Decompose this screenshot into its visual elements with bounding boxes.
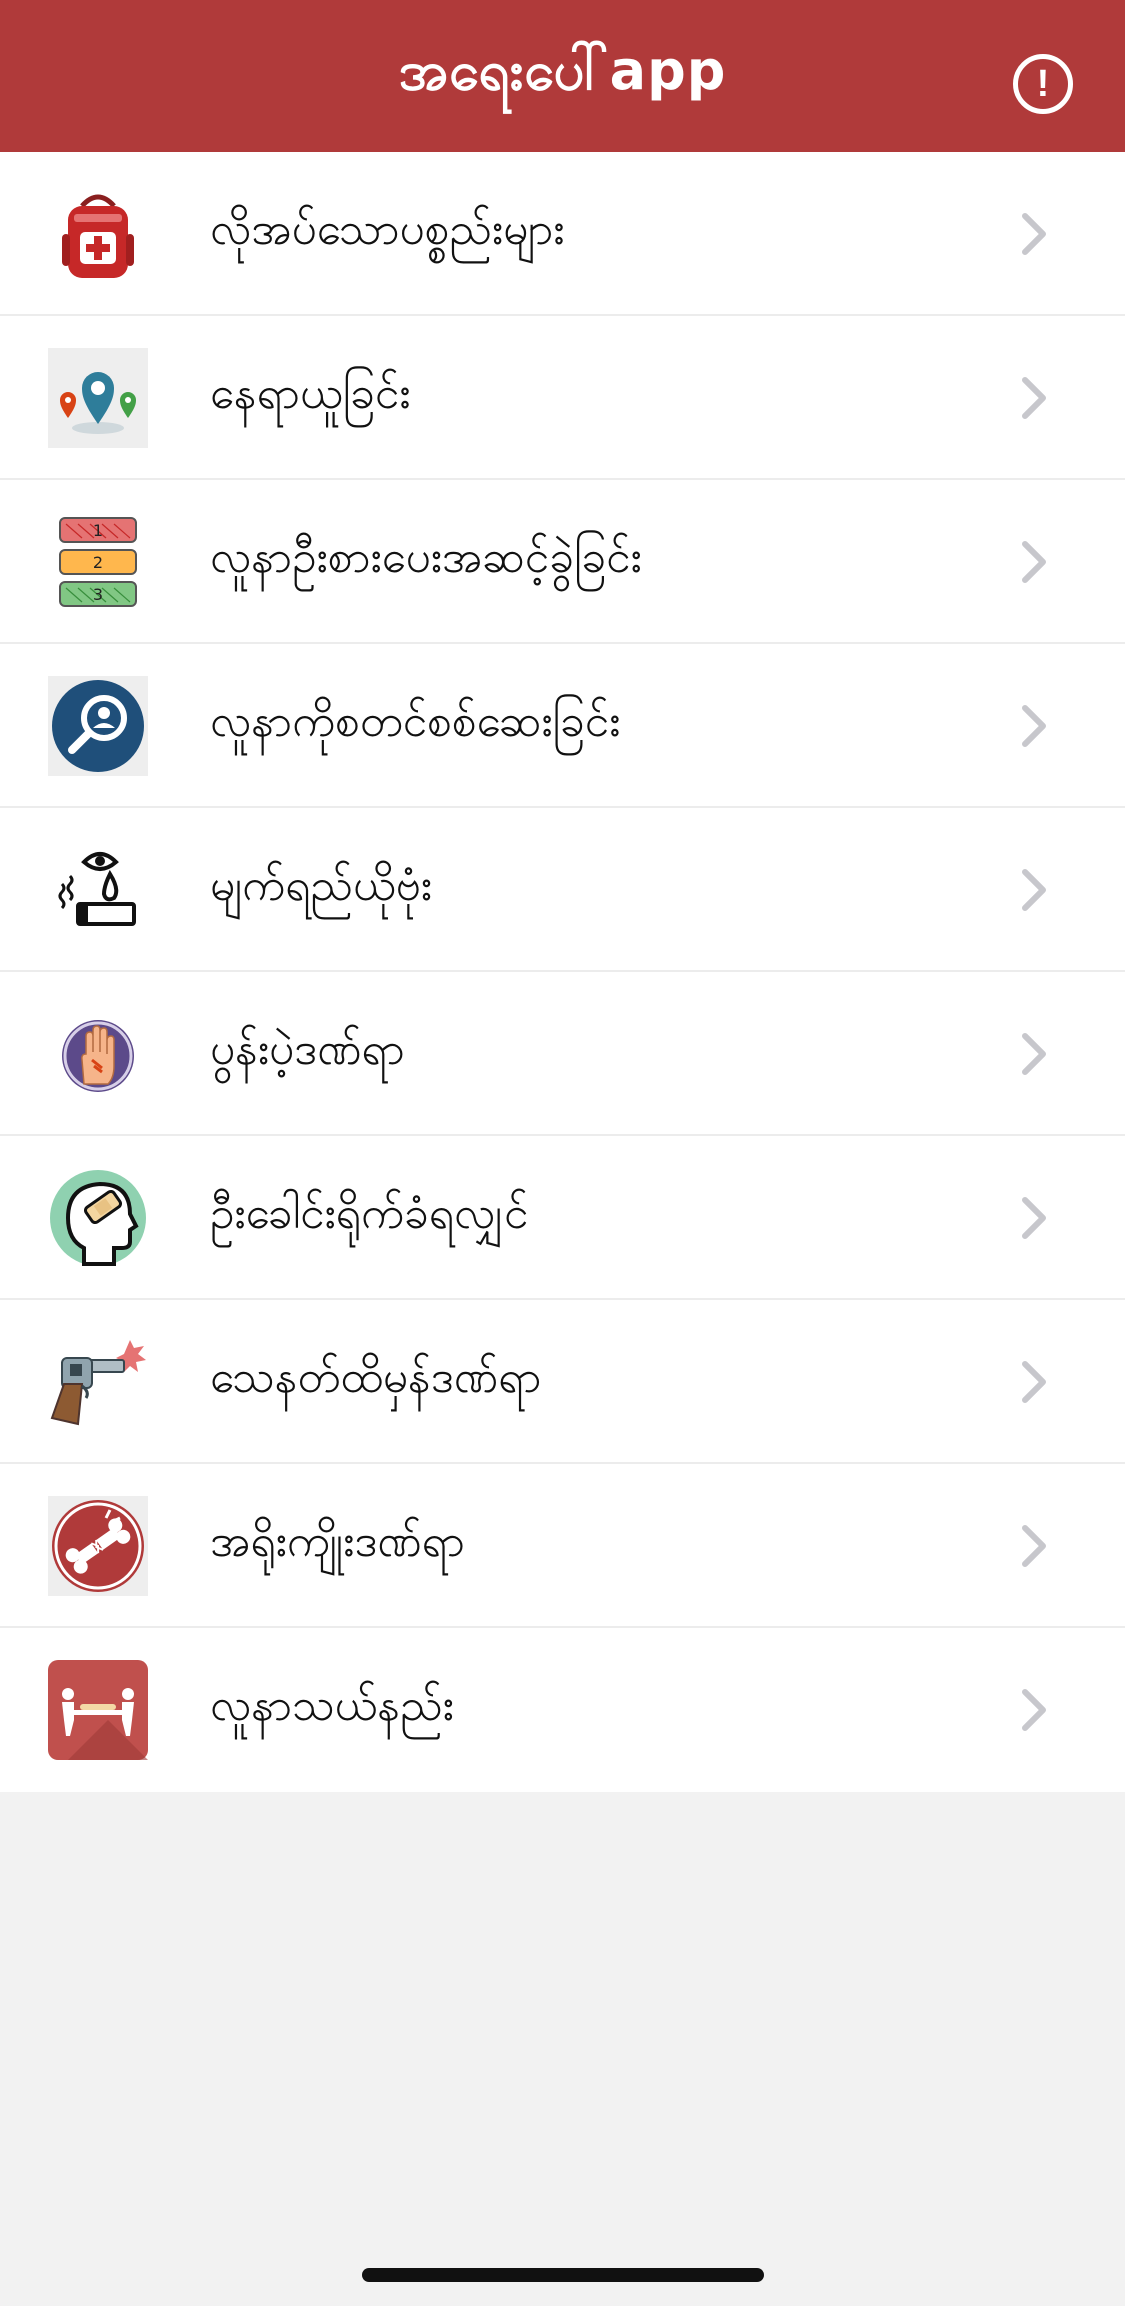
menu-list: လိုအပ်သောပစ္စည်းများ နေရာယူခြင်း 1 2 3 လ… bbox=[0, 152, 1125, 1792]
broken-bone-icon bbox=[48, 1496, 148, 1596]
menu-item-label: ဦးခေါင်းရိုက်ခံရလျှင် bbox=[210, 1188, 529, 1239]
svg-text:3: 3 bbox=[93, 585, 103, 604]
menu-item-label: လူနာဦးစားပေးအဆင့်ခွဲခြင်း bbox=[210, 532, 642, 583]
chevron-right-icon bbox=[1022, 869, 1046, 911]
menu-item-label: နေရာယူခြင်း bbox=[210, 368, 411, 419]
patient-search-icon bbox=[48, 676, 148, 776]
menu-item-assessment[interactable]: လူနာကိုစတင်စစ်ဆေးခြင်း bbox=[0, 644, 1125, 808]
chevron-right-icon bbox=[1022, 1525, 1046, 1567]
app-header: အရေးပေါ်app ! bbox=[0, 0, 1125, 152]
menu-item-label: မျက်ရည်ယိုဗုံး bbox=[210, 860, 432, 911]
triage-priority-icon: 1 2 3 bbox=[48, 512, 148, 612]
menu-item-abrasion[interactable]: ပွန်းပဲ့ဒဏ်ရာ bbox=[0, 972, 1125, 1136]
chevron-right-icon bbox=[1022, 1197, 1046, 1239]
chevron-right-icon bbox=[1022, 213, 1046, 255]
home-indicator[interactable] bbox=[362, 2268, 764, 2282]
stretcher-carry-icon bbox=[48, 1660, 148, 1760]
menu-item-label: လူနာသယ်နည်း bbox=[210, 1680, 454, 1731]
menu-item-head-injury[interactable]: ဦးခေါင်းရိုက်ခံရလျှင် bbox=[0, 1136, 1125, 1300]
menu-item-label: လူနာကိုစတင်စစ်ဆေးခြင်း bbox=[210, 696, 621, 747]
menu-item-supplies[interactable]: လိုအပ်သောပစ္စည်းများ bbox=[0, 152, 1125, 316]
chevron-right-icon bbox=[1022, 1033, 1046, 1075]
menu-item-positioning[interactable]: နေရာယူခြင်း bbox=[0, 316, 1125, 480]
menu-item-label: ပွန်းပဲ့ဒဏ်ရာ bbox=[210, 1024, 405, 1075]
head-injury-icon bbox=[48, 1168, 148, 1268]
menu-item-label: အရိုးကျိုးဒဏ်ရာ bbox=[210, 1516, 465, 1567]
svg-text:2: 2 bbox=[93, 553, 103, 572]
menu-item-gunshot[interactable]: သေနတ်ထိမှန်ဒဏ်ရာ bbox=[0, 1300, 1125, 1464]
menu-item-tear-gas[interactable]: မျက်ရည်ယိုဗုံး bbox=[0, 808, 1125, 972]
hand-abrasion-icon bbox=[48, 1004, 148, 1104]
chevron-right-icon bbox=[1022, 1689, 1046, 1731]
gunshot-icon bbox=[48, 1332, 148, 1432]
info-icon[interactable]: ! bbox=[1013, 54, 1073, 114]
location-pins-icon bbox=[48, 348, 148, 448]
svg-text:1: 1 bbox=[93, 521, 103, 540]
chevron-right-icon bbox=[1022, 705, 1046, 747]
info-symbol: ! bbox=[1036, 62, 1050, 105]
menu-item-label: သေနတ်ထိမှန်ဒဏ်ရာ bbox=[210, 1352, 542, 1403]
chevron-right-icon bbox=[1022, 541, 1046, 583]
chevron-right-icon bbox=[1022, 377, 1046, 419]
menu-item-triage[interactable]: 1 2 3 လူနာဦးစားပေးအဆင့်ခွဲခြင်း bbox=[0, 480, 1125, 644]
tear-gas-icon bbox=[48, 840, 148, 940]
app-title: အရေးပေါ်app bbox=[398, 38, 727, 102]
menu-item-label: လိုအပ်သောပစ္စည်းများ bbox=[210, 204, 565, 255]
menu-item-patient-carry[interactable]: လူနာသယ်နည်း bbox=[0, 1628, 1125, 1792]
first-aid-backpack-icon bbox=[48, 184, 148, 284]
chevron-right-icon bbox=[1022, 1361, 1046, 1403]
menu-item-fracture[interactable]: အရိုးကျိုးဒဏ်ရာ bbox=[0, 1464, 1125, 1628]
